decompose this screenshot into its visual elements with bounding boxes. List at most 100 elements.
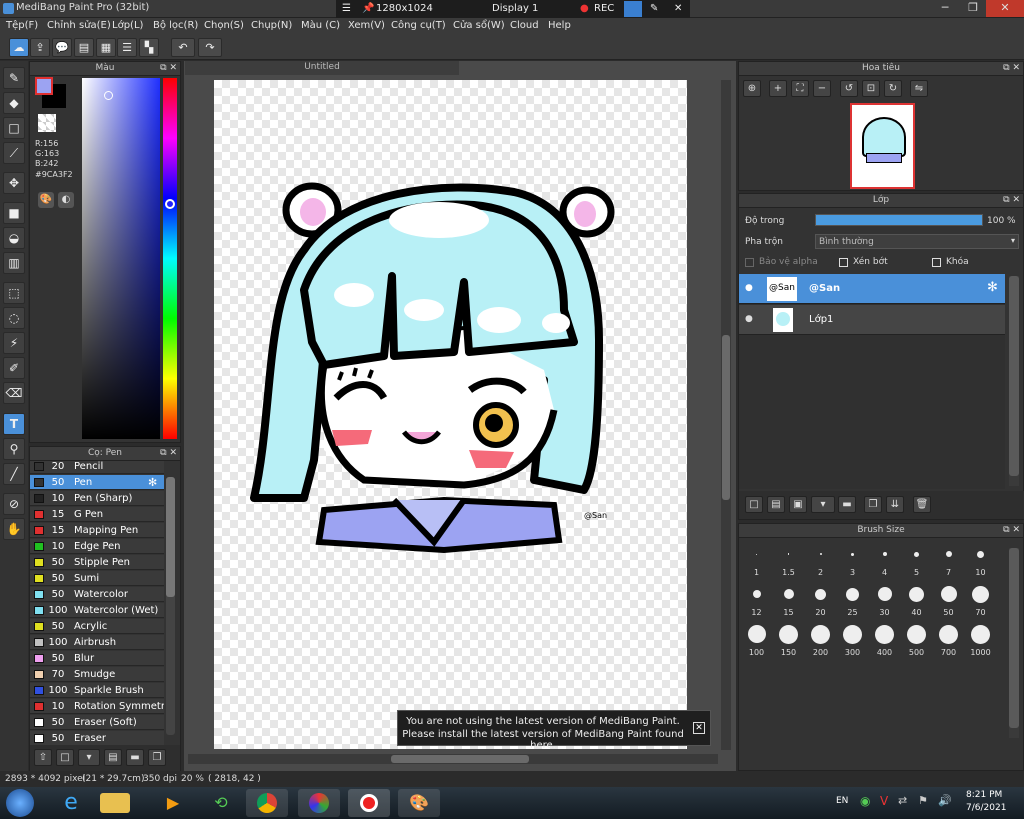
tray-v-icon[interactable]: V: [880, 794, 888, 808]
brush-size-option[interactable]: 5: [901, 540, 932, 579]
brush-item[interactable]: 50 Blur: [30, 651, 164, 666]
brush-size-option[interactable]: 700: [933, 620, 964, 659]
brush-item[interactable]: 10 Rotation Symmetry P: [30, 699, 164, 714]
clipping-checkbox[interactable]: [839, 258, 848, 267]
eraser-tool-icon[interactable]: ◆: [3, 92, 25, 114]
rotate-right-icon[interactable]: ↻: [884, 80, 902, 97]
opacity-slider[interactable]: [815, 214, 983, 226]
brush-size-option[interactable]: 30: [869, 580, 900, 619]
panel-close-icon[interactable]: ⧉ ✕: [1003, 524, 1020, 537]
medibang-taskbar-icon[interactable]: [298, 789, 340, 817]
tray-flag-icon[interactable]: ⚑: [918, 794, 928, 807]
pencil-icon[interactable]: ✎: [650, 3, 658, 14]
folder-icon[interactable]: ▬: [838, 496, 856, 513]
divide-tool-icon[interactable]: ╱: [3, 463, 25, 485]
brush-size-option[interactable]: 15: [773, 580, 804, 619]
clock-time[interactable]: 8:21 PM: [966, 790, 1002, 800]
lock-checkbox[interactable]: [932, 258, 941, 267]
menu-layer[interactable]: Lớp(L): [112, 20, 143, 31]
navigator-thumbnail[interactable]: [850, 103, 915, 189]
canvas-hscroll-track[interactable]: [188, 754, 718, 764]
brush-item[interactable]: 70 Smudge: [30, 667, 164, 682]
menu-edit[interactable]: Chỉnh sửa(E): [47, 20, 111, 31]
protect-alpha-checkbox[interactable]: [745, 258, 754, 267]
close-button[interactable]: ✕: [986, 0, 1024, 17]
brush-size-option[interactable]: 25: [837, 580, 868, 619]
comment-icon[interactable]: ▤: [74, 38, 94, 57]
layer-row[interactable]: ● @San @San ✻: [739, 274, 1005, 304]
visibility-eye-icon[interactable]: ●: [745, 314, 753, 324]
menu-help[interactable]: Help: [548, 20, 571, 31]
new-layer-icon[interactable]: □: [745, 496, 763, 513]
app-icon-green[interactable]: ⟲: [200, 789, 242, 817]
brush-copy-icon[interactable]: ❐: [148, 749, 166, 766]
brush-size-option[interactable]: 400: [869, 620, 900, 659]
layer-scrollbar[interactable]: [1009, 276, 1019, 486]
list-icon[interactable]: ☰: [117, 38, 137, 57]
brush-item[interactable]: 50 Sumi: [30, 571, 164, 586]
brush-item[interactable]: 15 G Pen: [30, 507, 164, 522]
menu-view[interactable]: Xem(V): [348, 20, 385, 31]
zoom-fit-icon[interactable]: ⊕: [743, 80, 761, 97]
brush-size-option[interactable]: 70: [965, 580, 996, 619]
menu-cloud[interactable]: Cloud: [510, 20, 539, 31]
brush-item[interactable]: 20 Pencil: [30, 461, 164, 474]
move-tool-icon[interactable]: ✥: [3, 172, 25, 194]
new-halftone-layer-icon[interactable]: ▤: [767, 496, 785, 513]
brush-size-option[interactable]: 12: [741, 580, 772, 619]
saturation-value-picker[interactable]: [82, 78, 160, 439]
brush-size-option[interactable]: 2: [805, 540, 836, 579]
update-notice[interactable]: You are not using the latest version of …: [397, 710, 711, 751]
brush-item[interactable]: 50 Pen ✻: [30, 475, 164, 490]
brush-menu-icon[interactable]: ▾: [78, 749, 100, 766]
recorder-taskbar-icon[interactable]: [348, 789, 390, 817]
minimize-button[interactable]: ─: [930, 0, 960, 17]
volume-icon[interactable]: 🔊: [938, 794, 952, 807]
record-dot-icon[interactable]: ●: [580, 3, 589, 14]
brush-size-option[interactable]: 100: [741, 620, 772, 659]
panel-close-icon[interactable]: ⧉ ✕: [160, 447, 177, 460]
flip-icon[interactable]: ⇋: [910, 80, 928, 97]
notice-line-2[interactable]: Please install the latest version of Med…: [398, 729, 688, 751]
layer-row[interactable]: ● Lớp1: [739, 305, 1005, 335]
brush-tool-icon[interactable]: ✎: [3, 67, 25, 89]
maximize-button[interactable]: ❐: [958, 0, 988, 17]
webcam-button[interactable]: [624, 1, 642, 17]
brush-size-option[interactable]: 500: [901, 620, 932, 659]
brush-size-option[interactable]: 1: [741, 540, 772, 579]
new-8bit-layer-icon[interactable]: ▣: [789, 496, 807, 513]
brush-size-option[interactable]: 4: [869, 540, 900, 579]
sv-cursor[interactable]: [104, 91, 113, 100]
magic-wand-icon[interactable]: ⚡: [3, 332, 25, 354]
pin-icon[interactable]: 📌: [362, 3, 374, 14]
select-rect-icon[interactable]: ⬚: [3, 282, 25, 304]
brush-item[interactable]: 50 Watercolor: [30, 587, 164, 602]
brush-size-option[interactable]: 1000: [965, 620, 996, 659]
grid-icon[interactable]: ▚: [139, 38, 159, 57]
duplicate-layer-icon[interactable]: ❐: [864, 496, 882, 513]
brush-size-option[interactable]: 3: [837, 540, 868, 579]
brush-item[interactable]: 50 Eraser: [30, 731, 164, 745]
display-label[interactable]: Display 1: [492, 3, 538, 14]
brush-folder-icon[interactable]: ▬: [126, 749, 144, 766]
palette-settings-icon[interactable]: ◐: [58, 192, 74, 208]
rec-button[interactable]: REC: [594, 3, 614, 14]
brush-size-scrollbar[interactable]: [1009, 548, 1019, 738]
visibility-eye-icon[interactable]: ●: [745, 283, 753, 293]
canvas-paper[interactable]: @San: [214, 80, 687, 749]
brush-item[interactable]: 10 Edge Pen: [30, 539, 164, 554]
speech-bubble-icon[interactable]: 💬: [52, 38, 72, 57]
rectangle-tool-icon[interactable]: □: [3, 117, 25, 139]
brush-size-option[interactable]: 10: [965, 540, 996, 579]
cloud-icon[interactable]: ☁: [9, 38, 29, 57]
menu-select[interactable]: Chọn(S): [204, 20, 244, 31]
brush-settings-icon[interactable]: ▤: [104, 749, 122, 766]
zoom-in-icon[interactable]: +: [769, 80, 787, 97]
brush-size-option[interactable]: 40: [901, 580, 932, 619]
select-pen-icon[interactable]: ✐: [3, 357, 25, 379]
gradient-tool-icon[interactable]: ▥: [3, 252, 25, 274]
brush-size-option[interactable]: 7: [933, 540, 964, 579]
hue-slider[interactable]: [163, 78, 177, 439]
trash-icon[interactable]: 🗑: [913, 496, 931, 513]
brush-size-option[interactable]: 300: [837, 620, 868, 659]
